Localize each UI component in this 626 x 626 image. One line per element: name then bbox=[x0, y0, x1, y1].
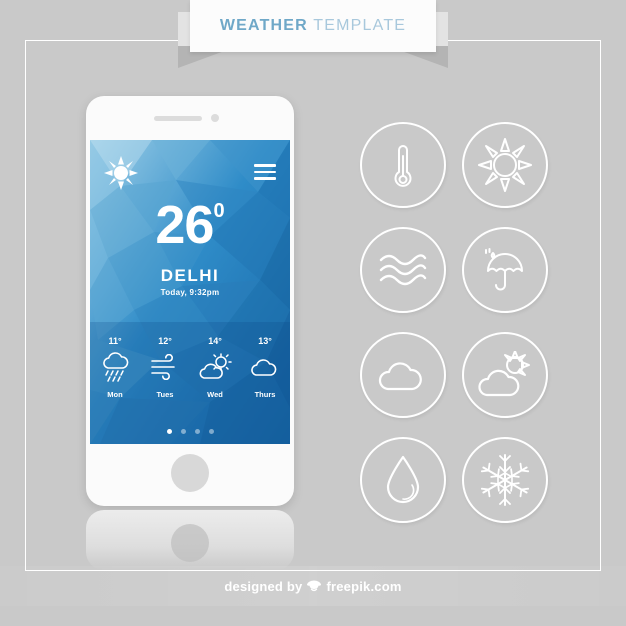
forecast-day: Mon bbox=[107, 390, 123, 399]
city-name: DELHI bbox=[160, 266, 220, 285]
forecast-panel: 11° Mon 12° Tues 14° Wed 13° Thurs bbox=[90, 322, 290, 444]
forecast-day: Tues bbox=[156, 390, 174, 399]
sun-behind-cloud-icon[interactable] bbox=[462, 331, 548, 418]
current-temperature: 260 bbox=[90, 198, 290, 252]
snowflake-icon[interactable] bbox=[462, 436, 548, 523]
sun-cloud-icon bbox=[190, 350, 240, 384]
umbrella-rain-icon[interactable] bbox=[462, 226, 548, 313]
footer-text-after: freepik.com bbox=[326, 579, 402, 594]
icon-cell-water-drop[interactable] bbox=[352, 427, 454, 532]
water-drop-icon[interactable] bbox=[360, 436, 446, 523]
footer-credit: designed by freepik.com bbox=[0, 579, 626, 594]
forecast-temp: 11° bbox=[108, 336, 122, 346]
hamburger-bar bbox=[254, 164, 276, 167]
forecast-item-thurs[interactable]: 13° Thurs bbox=[240, 336, 290, 399]
weather-icon-grid bbox=[352, 112, 556, 532]
wind-icon bbox=[140, 350, 190, 384]
footer-text-before: designed by bbox=[224, 579, 303, 594]
camera-dot-icon bbox=[211, 114, 219, 122]
icon-cell-wind-waves[interactable] bbox=[352, 217, 454, 322]
poster-title-bold: WEATHER bbox=[219, 17, 308, 34]
reflection-home-button bbox=[171, 524, 209, 562]
forecast-temp: 12° bbox=[158, 336, 172, 346]
pagination-dots[interactable] bbox=[90, 429, 290, 434]
pagination-dot-3[interactable] bbox=[194, 429, 200, 434]
sun-icon[interactable] bbox=[462, 121, 548, 208]
rain-cloud-icon bbox=[90, 350, 140, 384]
hamburger-bar bbox=[254, 170, 276, 173]
pagination-dot-1[interactable] bbox=[166, 429, 172, 434]
icon-cell-snowflake[interactable] bbox=[454, 427, 556, 532]
forecast-day: Thurs bbox=[254, 390, 276, 399]
icon-cell-sun-behind-cloud[interactable] bbox=[454, 322, 556, 427]
freepik-bird-icon bbox=[307, 580, 322, 592]
icon-cell-cloud[interactable] bbox=[352, 322, 454, 427]
forecast-temp: 14° bbox=[208, 336, 222, 346]
pagination-dot-4[interactable] bbox=[208, 429, 214, 434]
hamburger-icon[interactable] bbox=[254, 164, 276, 184]
cloud-icon bbox=[240, 350, 290, 384]
ribbon-banner: WEATHER TEMPLATE bbox=[0, 0, 626, 80]
hamburger-bar bbox=[254, 177, 276, 180]
home-button[interactable] bbox=[171, 454, 209, 492]
icon-cell-umbrella-rain[interactable] bbox=[454, 217, 556, 322]
forecast-item-tues[interactable]: 12° Tues bbox=[140, 336, 190, 399]
wind-waves-icon[interactable] bbox=[360, 226, 446, 313]
forecast-item-wed[interactable]: 14° Wed bbox=[190, 336, 240, 399]
phone-reflection bbox=[86, 510, 294, 570]
phone-mockup: 260 DELHI Today, 9:32pm 11° Mon 12° Tues… bbox=[86, 96, 294, 506]
thermometer-icon[interactable] bbox=[360, 121, 446, 208]
icon-cell-sun[interactable] bbox=[454, 112, 556, 217]
speaker-slot-icon bbox=[154, 116, 202, 121]
weather-template-poster: WEATHER TEMPLATE 260 DELHI Today, 9:32pm… bbox=[0, 0, 626, 626]
poster-title: WEATHER TEMPLATE bbox=[220, 17, 406, 35]
ribbon-body: WEATHER TEMPLATE bbox=[190, 0, 436, 52]
forecast-temp: 13° bbox=[258, 336, 272, 346]
forecast-day: Wed bbox=[207, 390, 223, 399]
icon-cell-thermometer[interactable] bbox=[352, 112, 454, 217]
sun-icon bbox=[104, 156, 138, 190]
forecast-item-mon[interactable]: 11° Mon bbox=[90, 336, 140, 399]
pagination-dot-2[interactable] bbox=[180, 429, 186, 434]
temperature-value: 26 bbox=[155, 195, 214, 255]
forecast-row: 11° Mon 12° Tues 14° Wed 13° Thurs bbox=[90, 336, 290, 399]
phone-screen: 260 DELHI Today, 9:32pm 11° Mon 12° Tues… bbox=[90, 140, 290, 444]
poster-title-light: TEMPLATE bbox=[307, 17, 407, 34]
cloud-icon[interactable] bbox=[360, 331, 446, 418]
date-time: Today, 9:32pm bbox=[160, 288, 220, 297]
degree-symbol: 0 bbox=[213, 200, 225, 222]
